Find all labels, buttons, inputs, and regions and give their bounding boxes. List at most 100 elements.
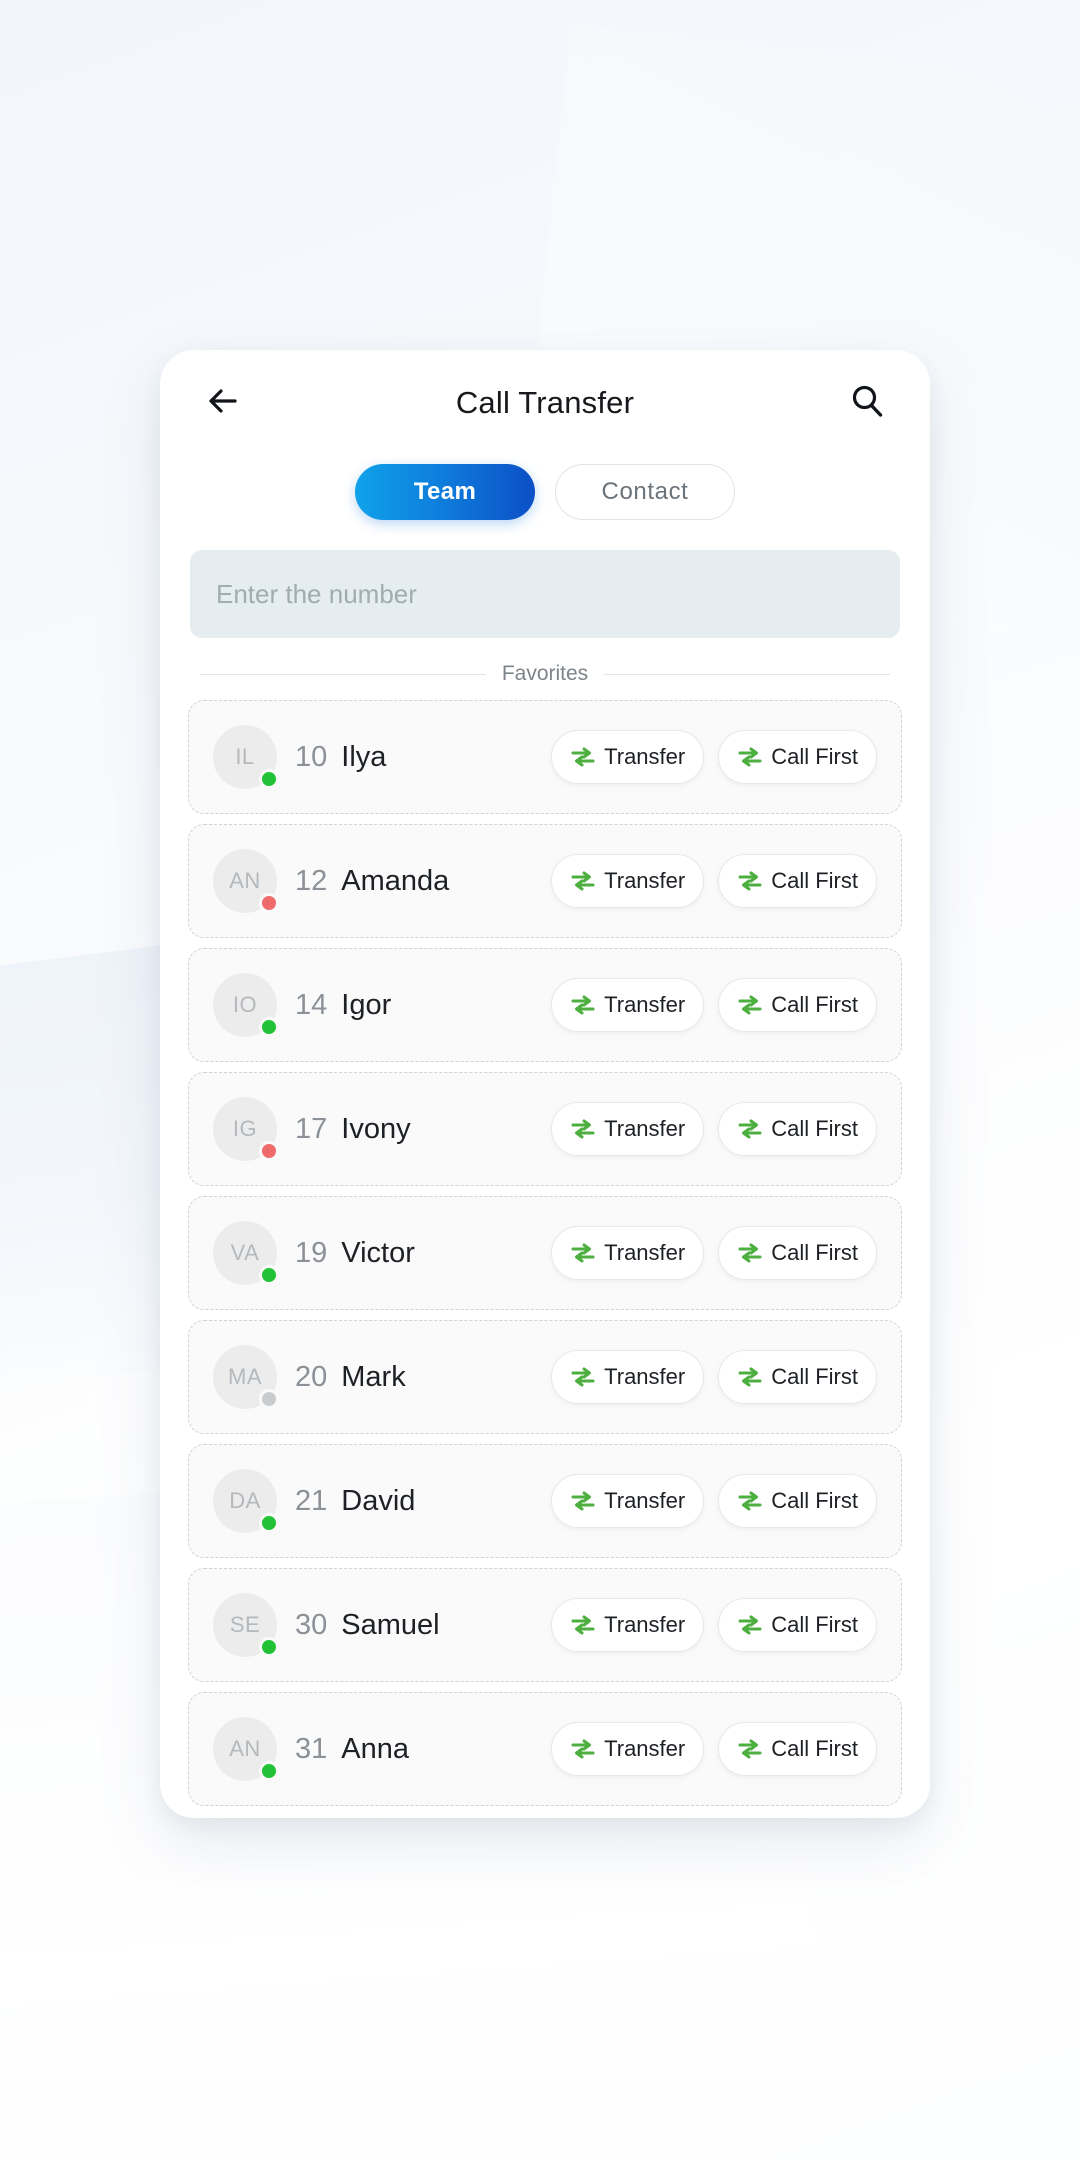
number-input-field[interactable] — [190, 550, 900, 638]
call-first-button[interactable]: Call First — [718, 1226, 877, 1280]
call-first-button[interactable]: Call First — [718, 1102, 877, 1156]
transfer-button[interactable]: Transfer — [551, 854, 705, 908]
favorites-divider: Favorites — [200, 662, 891, 686]
contact-extension: 30 — [295, 1608, 328, 1641]
contact-extension: 10 — [295, 740, 328, 773]
contact-row[interactable]: MA 20 Mark Transfer Call First — [188, 1320, 902, 1434]
contact-row[interactable]: IO 14 Igor Transfer Call First — [188, 948, 902, 1062]
avatar: IL — [213, 725, 279, 789]
call-first-button[interactable]: Call First — [718, 1350, 877, 1404]
transfer-button[interactable]: Transfer — [551, 730, 705, 784]
transfer-arrows-icon — [570, 870, 596, 892]
transfer-button[interactable]: Transfer — [551, 1598, 705, 1652]
avatar: VA — [213, 1221, 279, 1285]
row-actions: Transfer Call First — [551, 1598, 877, 1652]
call-first-button-label: Call First — [771, 1240, 858, 1265]
contact-extension: 21 — [295, 1484, 328, 1517]
call-first-button-label: Call First — [771, 1488, 858, 1513]
contact-row[interactable]: AN 31 Anna Transfer Call First — [188, 1692, 902, 1806]
transfer-arrows-icon — [570, 746, 596, 768]
transfer-button[interactable]: Transfer — [551, 978, 705, 1032]
transfer-arrows-icon — [737, 994, 763, 1016]
contact-name: Samuel — [341, 1608, 440, 1641]
contact-name: Ivony — [341, 1112, 411, 1145]
call-first-button[interactable]: Call First — [718, 730, 877, 784]
status-indicator — [259, 1761, 279, 1781]
transfer-button-label: Transfer — [604, 1364, 686, 1389]
favorites-label: Favorites — [501, 662, 589, 685]
tab-team[interactable]: Team — [355, 464, 535, 520]
contact-extension: 20 — [295, 1360, 328, 1393]
row-actions: Transfer Call First — [551, 1474, 877, 1528]
status-indicator — [259, 893, 279, 913]
transfer-arrows-icon — [737, 870, 763, 892]
row-actions: Transfer Call First — [551, 854, 877, 908]
transfer-button[interactable]: Transfer — [551, 1102, 705, 1156]
transfer-arrows-icon — [570, 1490, 596, 1512]
contact-row[interactable]: AN 12 Amanda Transfer Call First — [188, 824, 902, 938]
call-first-button[interactable]: Call First — [718, 1598, 877, 1652]
call-first-button[interactable]: Call First — [718, 854, 877, 908]
contact-row[interactable]: IL 10 Ilya Transfer Call First — [188, 700, 902, 814]
call-first-button[interactable]: Call First — [718, 1722, 877, 1776]
row-actions: Transfer Call First — [551, 1722, 877, 1776]
call-first-button-label: Call First — [771, 992, 858, 1017]
transfer-button-label: Transfer — [604, 992, 686, 1017]
transfer-button-label: Transfer — [604, 744, 686, 769]
call-first-button[interactable]: Call First — [718, 978, 877, 1032]
contact-extension: 31 — [295, 1732, 328, 1765]
transfer-arrows-icon — [570, 1242, 596, 1264]
app-header: Call Transfer — [160, 350, 930, 456]
contact-row[interactable]: IG 17 Ivony Transfer Call First — [188, 1072, 902, 1186]
transfer-arrows-icon — [737, 1118, 763, 1140]
avatar: DA — [213, 1469, 279, 1533]
back-button[interactable] — [194, 374, 252, 432]
avatar: AN — [213, 1717, 279, 1781]
avatar: MA — [213, 1345, 279, 1409]
status-indicator — [259, 1513, 279, 1533]
contact-row[interactable]: SE 30 Samuel Transfer Call First — [188, 1568, 902, 1682]
contact-name: David — [341, 1484, 416, 1517]
transfer-arrows-icon — [737, 1366, 763, 1388]
page-title: Call Transfer — [455, 385, 635, 420]
status-indicator — [259, 1389, 279, 1409]
contact-extension: 14 — [295, 988, 328, 1021]
transfer-arrows-icon — [737, 746, 763, 768]
arrow-left-icon — [203, 381, 243, 426]
call-first-button-label: Call First — [771, 744, 858, 769]
contact-row[interactable]: VA 19 Victor Transfer Call First — [188, 1196, 902, 1310]
contact-name: Igor — [341, 988, 392, 1021]
transfer-arrows-icon — [737, 1738, 763, 1760]
search-icon — [847, 381, 887, 426]
row-actions: Transfer Call First — [551, 1226, 877, 1280]
status-indicator — [259, 1637, 279, 1657]
transfer-button[interactable]: Transfer — [551, 1474, 705, 1528]
transfer-button[interactable]: Transfer — [551, 1722, 705, 1776]
transfer-button-label: Transfer — [604, 1736, 686, 1761]
transfer-arrows-icon — [570, 1118, 596, 1140]
contact-name: Mark — [341, 1360, 406, 1393]
row-actions: Transfer Call First — [551, 1102, 877, 1156]
avatar: SE — [213, 1593, 279, 1657]
call-first-button-label: Call First — [771, 1736, 858, 1761]
transfer-button[interactable]: Transfer — [551, 1350, 705, 1404]
search-button[interactable] — [838, 374, 896, 432]
call-first-button[interactable]: Call First — [718, 1474, 877, 1528]
tab-contact-label: Contact — [601, 478, 689, 505]
divider-line-left — [200, 673, 486, 675]
row-actions: Transfer Call First — [551, 978, 877, 1032]
number-input[interactable] — [216, 578, 874, 610]
transfer-arrows-icon — [570, 994, 596, 1016]
call-first-button-label: Call First — [771, 1364, 858, 1389]
transfer-button[interactable]: Transfer — [551, 1226, 705, 1280]
status-indicator — [259, 1265, 279, 1285]
contact-row[interactable]: DA 21 David Transfer Call First — [188, 1444, 902, 1558]
transfer-arrows-icon — [737, 1614, 763, 1636]
status-indicator — [259, 769, 279, 789]
tab-contact[interactable]: Contact — [555, 464, 735, 520]
contact-name: Ilya — [341, 740, 387, 773]
call-first-button-label: Call First — [771, 1116, 858, 1141]
transfer-button-label: Transfer — [604, 1116, 686, 1141]
row-actions: Transfer Call First — [551, 730, 877, 784]
tab-group: Team Contact — [160, 464, 930, 550]
